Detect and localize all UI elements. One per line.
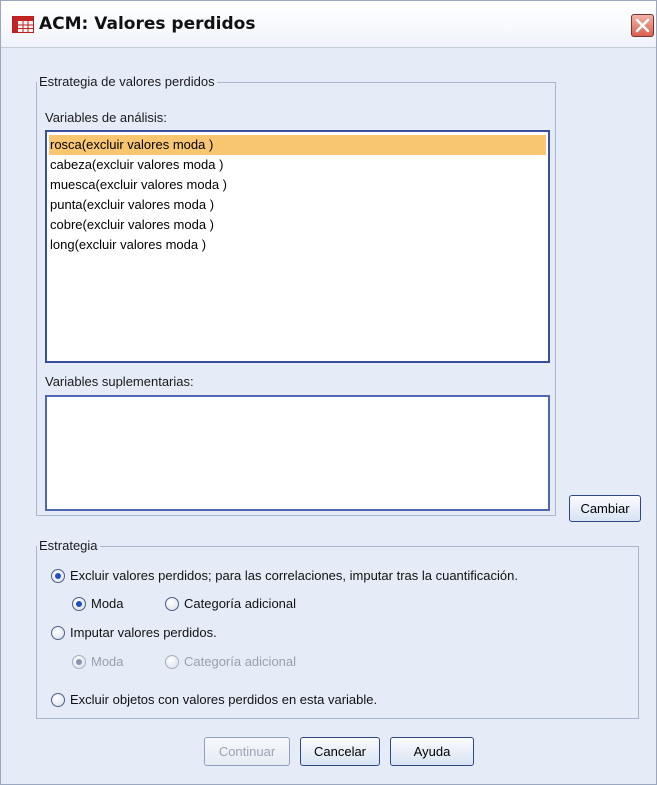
data-grid-icon bbox=[12, 16, 34, 33]
impute-missing-label: Imputar valores perdidos. bbox=[70, 625, 217, 640]
radio-impute-missing[interactable] bbox=[51, 626, 65, 640]
help-button[interactable]: Ayuda bbox=[390, 737, 474, 766]
cancel-button[interactable]: Cancelar bbox=[300, 737, 380, 766]
impute-missing-option[interactable]: Imputar valores perdidos. bbox=[51, 624, 301, 644]
radio-impute-mode bbox=[72, 655, 86, 669]
list-item[interactable]: cabeza(excluir valores moda ) bbox=[49, 155, 223, 175]
missing-values-strategy-legend: Estrategia de valores perdidos bbox=[37, 74, 217, 90]
title-bar[interactable]: ACM: Valores perdidos bbox=[1, 1, 656, 48]
supplementary-variables-label: Variables suplementarias: bbox=[45, 374, 194, 389]
strategy-legend: Estrategia bbox=[37, 538, 100, 554]
radio-exclude-objects[interactable] bbox=[51, 693, 65, 707]
supplementary-variables-list[interactable] bbox=[45, 395, 550, 511]
radio-exclude-mode[interactable] bbox=[72, 597, 86, 611]
exclude-mode-label: Moda bbox=[91, 596, 124, 611]
exclude-additional-label: Categoría adicional bbox=[184, 596, 297, 611]
impute-mode-option: Moda bbox=[72, 653, 162, 673]
impute-additional-label: Categoría adicional bbox=[184, 654, 297, 669]
analysis-variables-label: Variables de análisis: bbox=[45, 110, 167, 125]
close-icon bbox=[635, 18, 650, 33]
exclude-objects-option[interactable]: Excluir objetos con valores perdidos en … bbox=[51, 691, 481, 711]
analysis-variables-list[interactable]: rosca(excluir valores moda ) cabeza(excl… bbox=[45, 130, 550, 363]
list-item[interactable]: muesca(excluir valores moda ) bbox=[49, 175, 227, 195]
radio-exclude-additional[interactable] bbox=[165, 597, 179, 611]
exclude-missing-label: Excluir valores perdidos; para las corre… bbox=[70, 568, 518, 583]
close-button[interactable] bbox=[631, 14, 654, 37]
exclude-missing-option[interactable]: Excluir valores perdidos; para las corre… bbox=[51, 567, 636, 587]
list-item[interactable]: long(excluir valores moda ) bbox=[49, 235, 206, 255]
change-button[interactable]: Cambiar bbox=[569, 495, 641, 522]
dialog-window: ACM: Valores perdidos Estrategia de valo… bbox=[0, 0, 657, 785]
impute-additional-option: Categoría adicional bbox=[165, 653, 340, 673]
exclude-mode-option[interactable]: Moda bbox=[72, 595, 162, 615]
exclude-objects-label: Excluir objetos con valores perdidos en … bbox=[70, 692, 378, 707]
list-item[interactable]: rosca(excluir valores moda ) bbox=[49, 135, 546, 155]
exclude-additional-option[interactable]: Categoría adicional bbox=[165, 595, 340, 615]
continue-button[interactable]: Continuar bbox=[204, 737, 290, 766]
radio-impute-additional bbox=[165, 655, 179, 669]
window-title: ACM: Valores perdidos bbox=[39, 14, 256, 34]
list-item[interactable]: punta(excluir valores moda ) bbox=[49, 195, 214, 215]
list-item[interactable]: cobre(excluir valores moda ) bbox=[49, 215, 214, 235]
impute-mode-label: Moda bbox=[91, 654, 124, 669]
radio-exclude-missing[interactable] bbox=[51, 569, 65, 583]
